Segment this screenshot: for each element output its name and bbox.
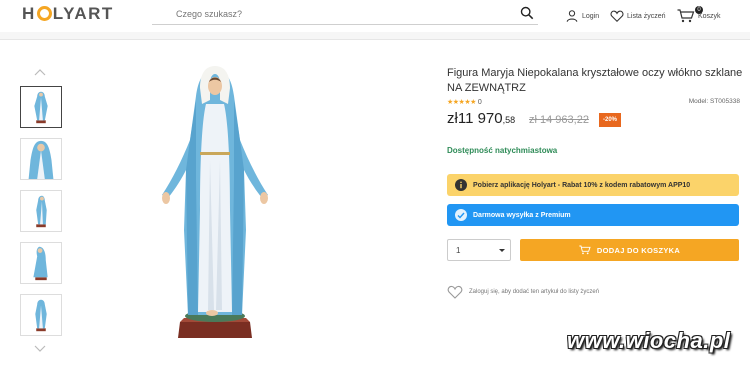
- info-icon: [455, 179, 467, 191]
- logo-halo-icon: [36, 6, 52, 21]
- category-nav: [0, 32, 750, 40]
- heart-icon: [447, 285, 463, 299]
- user-icon: [566, 10, 578, 22]
- statue-detail-thumbnail: [28, 140, 54, 179]
- chevron-down-icon[interactable]: [34, 345, 46, 353]
- cart-icon: [677, 9, 695, 23]
- product-model: Model: ST005338: [688, 98, 740, 105]
- product-page: HLYART Login Lista życzeń: [0, 0, 750, 367]
- app-discount-banner[interactable]: Pobierz aplikację Holyart - Rabat 10% z …: [447, 174, 739, 196]
- price-main: 11 970: [457, 110, 503, 127]
- thumbnail-4[interactable]: [20, 242, 62, 284]
- wishlist-note: Zaloguj się, aby dodać ten artykuł do li…: [469, 289, 600, 295]
- search-icon[interactable]: [520, 6, 534, 20]
- rating-count: 0: [477, 99, 482, 106]
- add-to-wishlist[interactable]: Zaloguj się, aby dodać ten artykuł do li…: [447, 284, 599, 300]
- statue-profile-thumbnail: [33, 246, 48, 281]
- shipping-banner-text: Darmowa wysyłka z Premium: [473, 211, 571, 219]
- quantity-value: 1: [456, 245, 461, 255]
- statue-back-thumbnail: [35, 299, 47, 332]
- chevron-down-icon: [499, 249, 505, 252]
- wishlist-label: Lista życzeń: [627, 12, 666, 20]
- login-label: Login: [582, 12, 600, 20]
- premium-icon: [455, 209, 467, 221]
- watermark: www.wiocha.pl: [567, 328, 731, 353]
- main-product-image[interactable]: [150, 60, 280, 342]
- old-price: zł 14 963,22: [529, 114, 589, 126]
- cart-label: Koszyk: [698, 12, 721, 20]
- search-bar[interactable]: [152, 3, 538, 25]
- wishlist-link[interactable]: Lista życzeń: [610, 6, 666, 26]
- statue-side-thumbnail: [36, 195, 47, 228]
- statue-front-thumbnail: [34, 91, 48, 124]
- price-currency: zł: [447, 110, 458, 127]
- thumbnail-5[interactable]: [20, 294, 62, 336]
- cart-icon: [579, 245, 591, 255]
- thumbnail-1[interactable]: [20, 86, 62, 128]
- discount-badge: -20%: [599, 113, 621, 127]
- holyart-logo[interactable]: H LYART: [22, 4, 114, 24]
- cart-count-badge: 0: [695, 6, 703, 14]
- product-title: Figura Maryja Niepokalana kryształowe oc…: [447, 67, 743, 94]
- search-input[interactable]: [176, 6, 476, 22]
- thumbnail-2[interactable]: [20, 138, 62, 180]
- availability-status: Dostępność natychmiastowa: [447, 146, 558, 155]
- quantity-select[interactable]: 1: [447, 239, 511, 261]
- add-to-cart-label: DODAJ DO KOSZYKA: [596, 245, 681, 255]
- price-cents: ,58: [502, 115, 516, 125]
- cart-link[interactable]: 0 Koszyk: [677, 6, 721, 26]
- rating-stars: ★★★★★: [447, 99, 476, 106]
- chevron-up-icon[interactable]: [34, 68, 46, 76]
- login-link[interactable]: Login: [565, 6, 599, 26]
- premium-shipping-banner[interactable]: Darmowa wysyłka z Premium: [447, 204, 739, 226]
- price: zł11 970,58: [447, 110, 515, 127]
- app-banner-text: Pobierz aplikację Holyart - Rabat 10% z …: [473, 181, 691, 189]
- site-header: HLYART Login Lista życzeń: [0, 0, 750, 32]
- cart-icon-wrap: 0: [677, 6, 703, 23]
- add-to-cart-button[interactable]: DODAJ DO KOSZYKA: [520, 239, 739, 261]
- thumbnail-3[interactable]: [20, 190, 62, 232]
- product-rating[interactable]: ★★★★★ 0: [447, 98, 482, 106]
- heart-icon: [610, 10, 624, 22]
